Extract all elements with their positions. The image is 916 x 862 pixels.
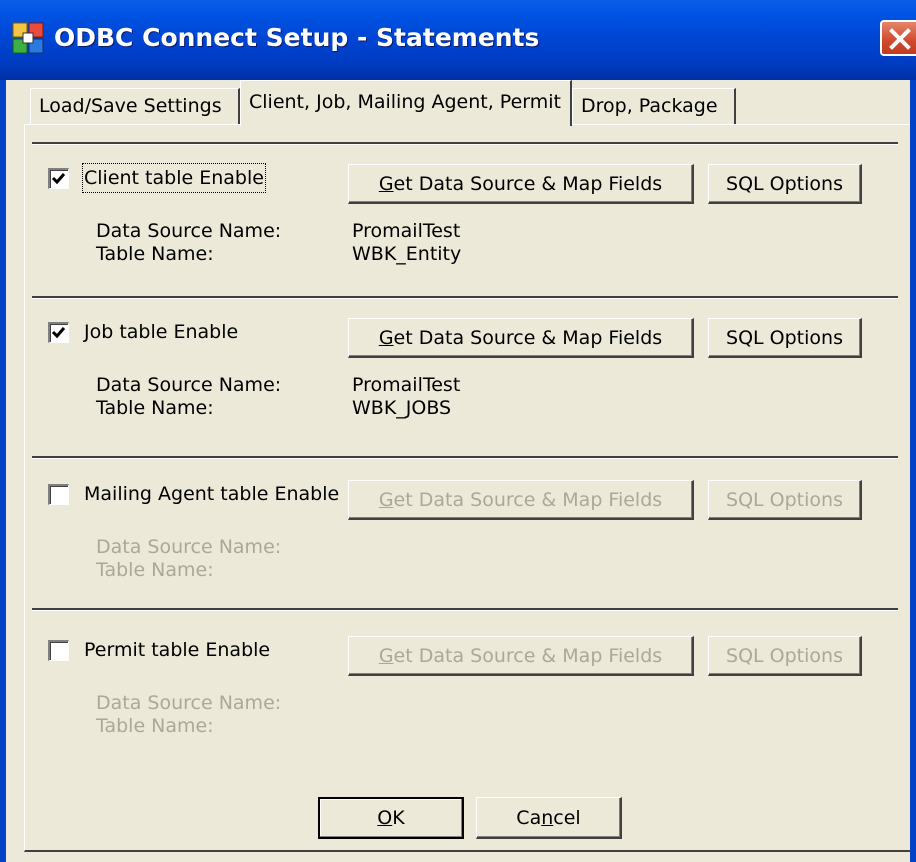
job-ds-label: Data Source Name: <box>96 374 282 396</box>
tab-label: Drop, Package <box>581 95 718 117</box>
window-frame-left <box>0 80 6 862</box>
client-ds-value: PromailTest <box>352 220 461 242</box>
checkmark-icon <box>51 327 66 339</box>
window-frame-right <box>910 80 916 862</box>
client-ds-label: Data Source Name: <box>96 220 282 242</box>
mailing-agent-enable-checkbox[interactable] <box>48 484 69 505</box>
button-label: cel <box>553 806 581 829</box>
ok-button[interactable]: OK <box>318 797 464 839</box>
button-label: et Data Source & Map Fields <box>393 644 663 667</box>
section-divider <box>32 456 898 459</box>
tab-label: Client, Job, Mailing Agent, Permit <box>249 91 561 113</box>
button-label-pre: Ca <box>516 806 542 829</box>
section-divider <box>32 142 898 145</box>
client-table-value: WBK_Entity <box>352 243 462 265</box>
app-icon <box>12 22 44 54</box>
mnemonic: G <box>378 488 394 511</box>
mnemonic: G <box>378 172 394 195</box>
tab-drop-package[interactable]: Drop, Package <box>572 88 736 124</box>
client-sql-options-button[interactable]: SQL Options <box>708 164 862 204</box>
client-enable-checkbox[interactable] <box>48 168 69 189</box>
tab-client-job-mailing-permit[interactable]: Client, Job, Mailing Agent, Permit <box>240 80 572 126</box>
cancel-button[interactable]: Cancel <box>476 797 622 839</box>
mailing-agent-enable-label[interactable]: Mailing Agent table Enable <box>84 481 339 507</box>
permit-table-label: Table Name: <box>96 715 214 737</box>
title-bar[interactable]: ODBC Connect Setup - Statements <box>0 0 916 80</box>
job-ds-value: PromailTest <box>352 374 461 396</box>
mailing-agent-ds-label: Data Source Name: <box>96 536 282 558</box>
job-sql-options-button[interactable]: SQL Options <box>708 318 862 358</box>
section-divider <box>32 608 898 611</box>
permit-ds-label: Data Source Name: <box>96 692 282 714</box>
permit-sql-options-button[interactable]: SQL Options <box>708 636 862 676</box>
button-label: et Data Source & Map Fields <box>393 488 663 511</box>
section-divider <box>32 296 898 299</box>
button-label: et Data Source & Map Fields <box>393 326 663 349</box>
button-label: K <box>392 807 405 829</box>
close-icon <box>889 28 911 50</box>
client-table-label: Table Name: <box>96 243 214 265</box>
mailing-agent-get-data-source-button[interactable]: Get Data Source & Map Fields <box>348 480 694 520</box>
mnemonic: G <box>378 644 394 667</box>
close-button[interactable] <box>880 20 916 56</box>
client-enable-label[interactable]: Client table Enable <box>82 163 266 193</box>
job-table-label: Table Name: <box>96 397 214 419</box>
client-get-data-source-button[interactable]: Get Data Source & Map Fields <box>348 164 694 204</box>
window-title: ODBC Connect Setup - Statements <box>54 23 540 52</box>
tab-load-save-settings[interactable]: Load/Save Settings <box>30 88 240 124</box>
tab-label: Load/Save Settings <box>39 95 222 117</box>
checkmark-icon <box>51 173 66 185</box>
permit-enable-label[interactable]: Permit table Enable <box>84 637 270 663</box>
mnemonic: n <box>541 806 554 829</box>
job-get-data-source-button[interactable]: Get Data Source & Map Fields <box>348 318 694 358</box>
mnemonic: O <box>377 807 393 829</box>
mailing-agent-table-label: Table Name: <box>96 559 214 581</box>
job-enable-checkbox[interactable] <box>48 322 69 343</box>
permit-get-data-source-button[interactable]: Get Data Source & Map Fields <box>348 636 694 676</box>
job-table-value: WBK_JOBS <box>352 397 452 419</box>
mnemonic: G <box>378 326 394 349</box>
job-enable-label[interactable]: Job table Enable <box>84 319 238 345</box>
mailing-agent-sql-options-button[interactable]: SQL Options <box>708 480 862 520</box>
permit-enable-checkbox[interactable] <box>48 640 69 661</box>
button-label: et Data Source & Map Fields <box>393 172 663 195</box>
